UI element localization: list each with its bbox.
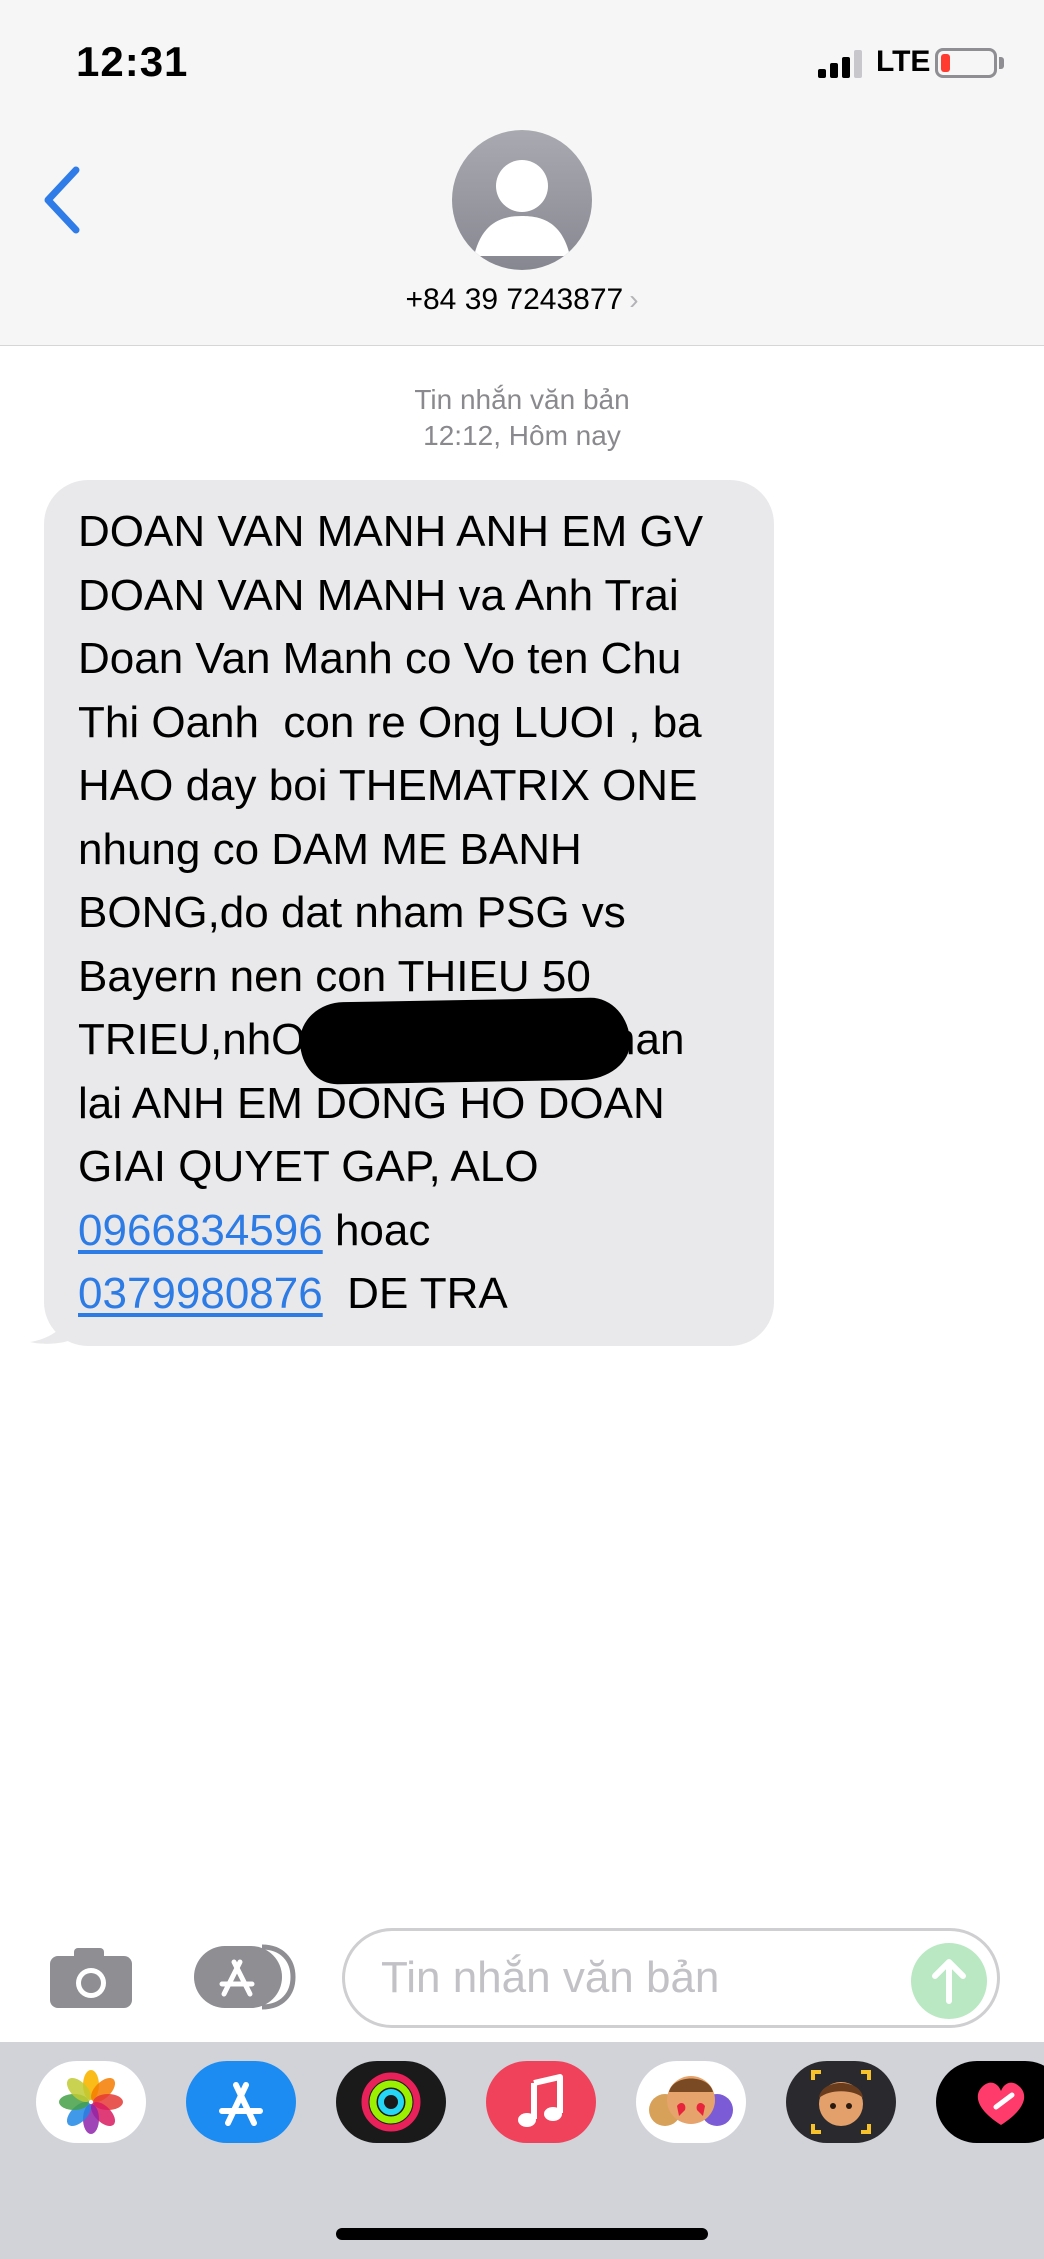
- camera-icon[interactable]: [48, 1946, 134, 2010]
- music-app-icon[interactable]: [486, 2061, 596, 2143]
- person-silhouette-icon: [474, 160, 570, 256]
- message-timestamp: 12:12, Hôm nay: [423, 420, 621, 451]
- contact-avatar[interactable]: [452, 130, 592, 270]
- battery-cap: [999, 57, 1004, 69]
- activity-app-icon[interactable]: [336, 2061, 446, 2143]
- photos-app-icon[interactable]: [36, 2061, 146, 2143]
- redaction-mark: [299, 997, 631, 1085]
- message-line: HAO day boi THEMATRIX ONE: [78, 761, 698, 810]
- message-line: Bayern nen con THIEU 50: [78, 951, 591, 1001]
- app-store-icon[interactable]: [186, 2061, 296, 2143]
- message-line: DOAN VAN MANH va Anh Trai: [78, 570, 679, 620]
- send-button[interactable]: [911, 1943, 987, 2019]
- message-input-field[interactable]: [342, 1928, 1000, 2028]
- contact-name[interactable]: +84 39 7243877 ›: [0, 283, 1044, 317]
- network-type: LTE: [876, 45, 931, 78]
- message-line: Thi Oanh con re Ong LUOI , ba: [78, 697, 702, 747]
- message-line-phone-1: 0966834596 hoac: [78, 1199, 778, 1263]
- message-line: Doan Van Manh co Vo ten Chu: [78, 634, 682, 683]
- message-line-phone-2: 0379980876 DE TRA: [78, 1262, 778, 1326]
- memoji-stickers-icon[interactable]: [636, 2061, 746, 2143]
- app-store-button-icon[interactable]: [192, 1944, 296, 2010]
- back-chevron-icon[interactable]: [38, 160, 88, 240]
- battery-icon: [935, 48, 997, 78]
- message-connector: hoac: [322, 1205, 431, 1255]
- message-ending: DE TRA: [322, 1269, 508, 1318]
- status-time: 12:31: [76, 38, 189, 85]
- message-line: nhung co DAM ME BANH: [78, 824, 582, 874]
- digital-touch-icon[interactable]: [936, 2061, 1044, 2143]
- memoji-icon[interactable]: [786, 2061, 896, 2143]
- chevron-right-icon: ›: [629, 284, 639, 315]
- service-label: Tin nhắn văn bản: [414, 384, 630, 415]
- message-line: DOAN VAN MANH ANH EM GV: [78, 507, 704, 556]
- message-text[interactable]: DOAN VAN MANH ANH EM GV DOAN VAN MANH va …: [78, 500, 778, 1326]
- arrow-up-icon: [932, 1959, 966, 2004]
- contact-number[interactable]: +84 39 7243877: [405, 283, 623, 316]
- message-input[interactable]: [381, 1931, 901, 2025]
- message-line: BONG,do dat nham PSG vs: [78, 888, 626, 937]
- message-line: GIAI QUYET GAP, ALO: [78, 1142, 539, 1191]
- cellular-signal-icon: [818, 50, 864, 78]
- home-indicator[interactable]: [336, 2228, 708, 2240]
- phone-link-2[interactable]: 0379980876: [78, 1269, 323, 1318]
- phone-link-1[interactable]: 0966834596: [78, 1206, 323, 1255]
- message-meta: Tin nhắn văn bản 12:12, Hôm nay: [0, 382, 1044, 454]
- conversation-header: 12:31 LTE +84 39 7243877 ›: [0, 0, 1044, 346]
